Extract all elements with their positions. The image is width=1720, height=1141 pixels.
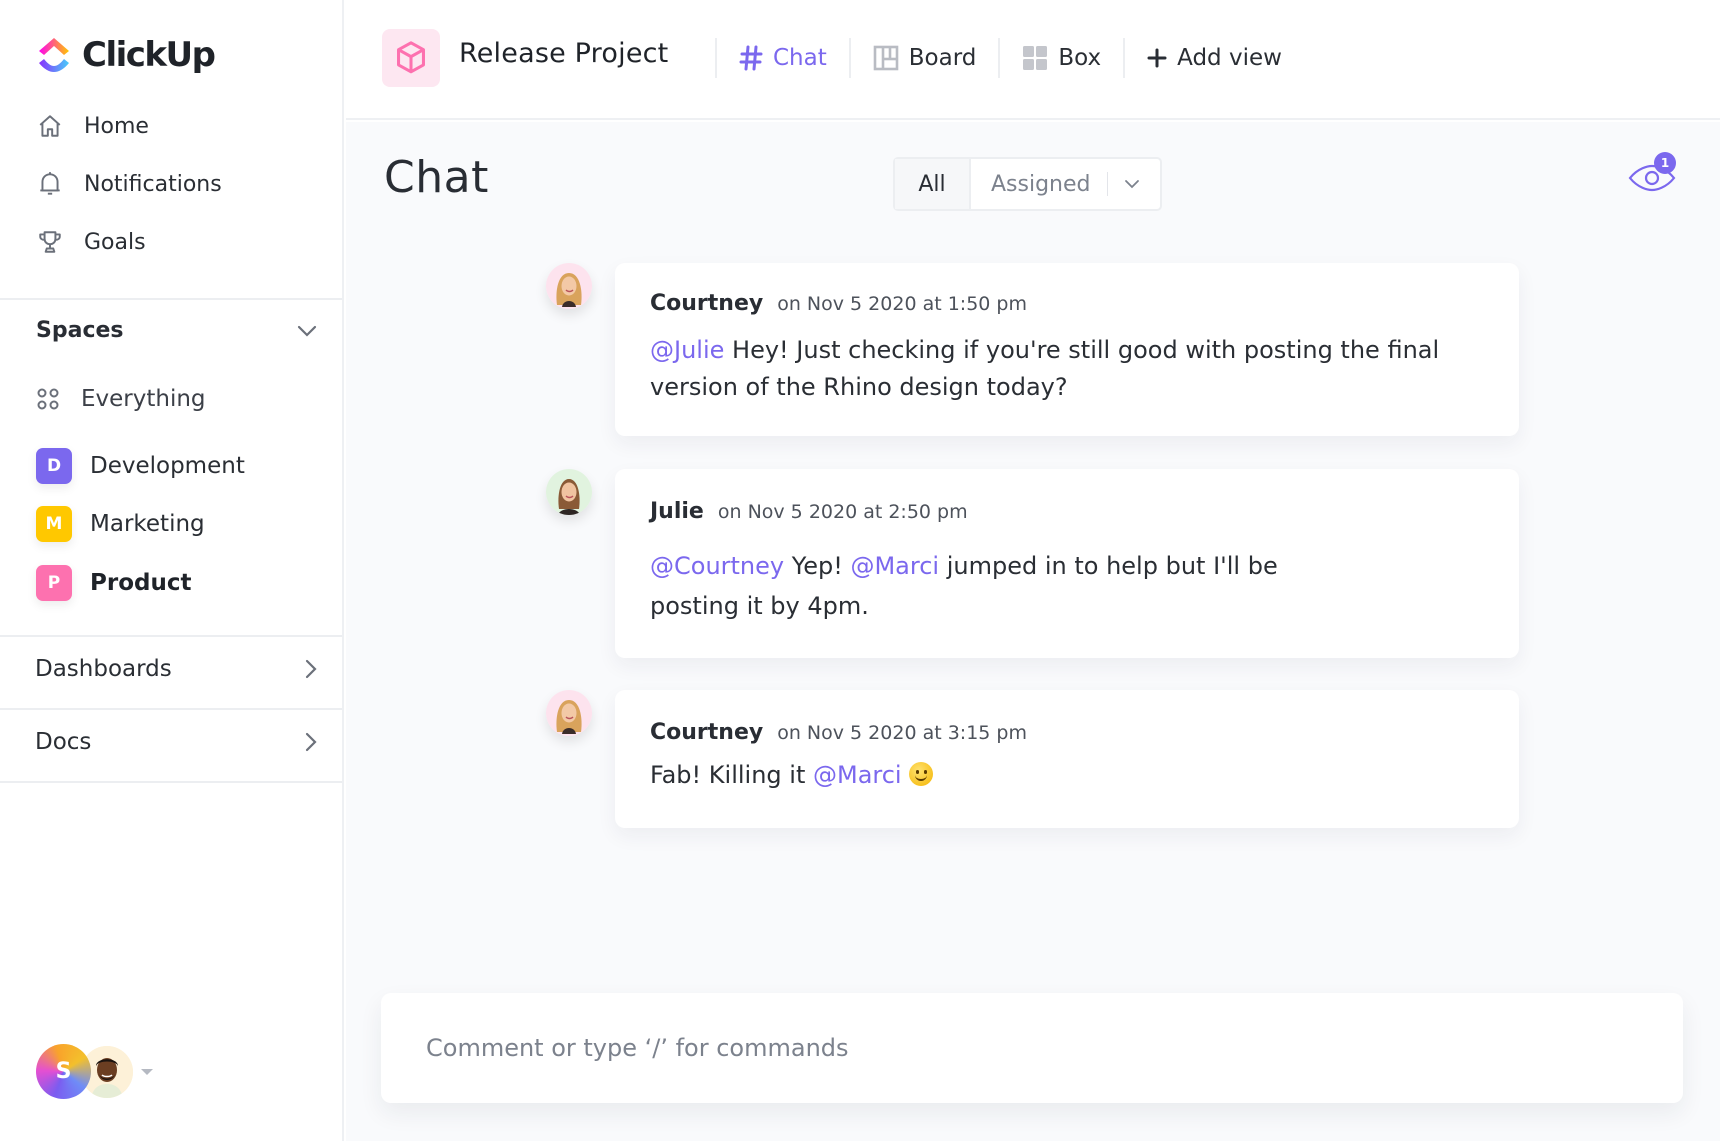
space-label: Development bbox=[90, 453, 245, 479]
message-body: @Courtney Yep! @Marci jumped in to help … bbox=[650, 546, 1350, 626]
message-text bbox=[902, 761, 910, 789]
cube-icon bbox=[397, 41, 425, 74]
message-card: Courtney on Nov 5 2020 at 3:15 pm Fab! K… bbox=[615, 690, 1519, 828]
sidebar-divider bbox=[0, 635, 342, 637]
sidebar-item-everything[interactable]: Everything bbox=[36, 386, 206, 412]
project-icon bbox=[382, 29, 440, 87]
add-view-button[interactable]: Add view bbox=[1125, 38, 1304, 78]
sidebar-item-notifications[interactable]: Notifications bbox=[36, 170, 222, 198]
filter-separator bbox=[1106, 172, 1108, 196]
chevron-right-icon bbox=[305, 659, 317, 679]
message-text: Yep! bbox=[784, 552, 851, 580]
filter-assigned-label: Assigned bbox=[991, 171, 1091, 197]
everything-label: Everything bbox=[81, 386, 206, 412]
author-avatar[interactable] bbox=[546, 690, 592, 736]
watchers-count-badge: 1 bbox=[1654, 152, 1676, 174]
message-author[interactable]: Courtney bbox=[650, 291, 763, 316]
sidebar-item-label: Goals bbox=[84, 229, 146, 255]
author-avatar[interactable] bbox=[546, 263, 592, 309]
filter-all-button[interactable]: All bbox=[895, 159, 971, 209]
message-filter: All Assigned bbox=[893, 157, 1162, 211]
courtney-photo-icon bbox=[546, 690, 592, 736]
comment-input[interactable] bbox=[426, 1034, 1683, 1062]
section-label: Dashboards bbox=[35, 656, 172, 682]
mention-link[interactable]: @Marci bbox=[813, 761, 902, 789]
message-card: Courtney on Nov 5 2020 at 1:50 pm @Julie… bbox=[615, 263, 1519, 436]
sidebar-item-goals[interactable]: Goals bbox=[36, 228, 146, 256]
filter-assigned-dropdown[interactable]: Assigned bbox=[971, 159, 1160, 209]
spaces-title: Spaces bbox=[36, 318, 124, 343]
tab-label: Add view bbox=[1177, 45, 1282, 71]
message-timestamp: on Nov 5 2020 at 3:15 pm bbox=[777, 722, 1027, 744]
message-text: Fab! Killing it bbox=[650, 761, 813, 789]
tab-chat[interactable]: Chat bbox=[717, 38, 849, 78]
sidebar-item-home[interactable]: Home bbox=[36, 112, 149, 140]
smiley-emoji-icon bbox=[909, 762, 934, 786]
workspace-avatar[interactable]: S bbox=[36, 1044, 91, 1099]
message-author[interactable]: Courtney bbox=[650, 720, 763, 745]
space-label: Marketing bbox=[90, 511, 205, 537]
message-author[interactable]: Julie bbox=[650, 499, 704, 524]
sidebar: ClickUp Home Notifications Goals Spaces bbox=[0, 0, 344, 1141]
mention-link[interactable]: @Julie bbox=[650, 336, 724, 364]
space-badge: M bbox=[36, 506, 72, 542]
sidebar-item-label: Home bbox=[84, 113, 149, 139]
page-title: Chat bbox=[384, 152, 489, 203]
bell-icon bbox=[36, 170, 64, 198]
sidebar-divider bbox=[0, 781, 342, 783]
chevron-down-icon[interactable] bbox=[296, 324, 318, 338]
section-label: Docs bbox=[35, 729, 92, 755]
chat-view: Chat All Assigned 1 Courtney on Nov 5 20… bbox=[346, 122, 1720, 1141]
trophy-icon bbox=[36, 228, 64, 256]
message-timestamp: on Nov 5 2020 at 1:50 pm bbox=[777, 293, 1027, 315]
sidebar-divider bbox=[0, 708, 342, 710]
sidebar-divider bbox=[0, 298, 342, 300]
clickup-logo-icon bbox=[39, 38, 69, 72]
message-text: Hey! Just checking if you're still good … bbox=[650, 336, 1440, 401]
author-avatar[interactable] bbox=[546, 469, 592, 515]
watchers-button[interactable]: 1 bbox=[1628, 152, 1680, 198]
clickup-logo[interactable]: ClickUp bbox=[36, 34, 216, 76]
chevron-down-icon bbox=[1124, 180, 1139, 189]
message-timestamp: on Nov 5 2020 at 2:50 pm bbox=[717, 501, 968, 523]
sidebar-item-docs[interactable]: Docs bbox=[35, 729, 318, 755]
message-body: Fab! Killing it @Marci bbox=[650, 757, 1484, 794]
view-tabs: Chat Board Box Add view bbox=[715, 38, 1304, 78]
sidebar-space-development[interactable]: D Development bbox=[36, 448, 245, 484]
sidebar-space-marketing[interactable]: M Marketing bbox=[36, 506, 205, 542]
tab-box[interactable]: Box bbox=[1000, 38, 1123, 78]
space-label: Product bbox=[90, 570, 192, 596]
sidebar-item-dashboards[interactable]: Dashboards bbox=[35, 656, 318, 682]
top-bar: Release Project Chat Board Box Add view bbox=[346, 0, 1720, 120]
julie-photo-icon bbox=[546, 469, 592, 515]
hash-icon bbox=[739, 45, 763, 71]
mention-link[interactable]: @Courtney bbox=[650, 552, 784, 580]
space-badge: D bbox=[36, 448, 72, 484]
tab-label: Chat bbox=[773, 45, 827, 71]
home-icon bbox=[36, 112, 64, 140]
logo-text: ClickUp bbox=[82, 35, 216, 75]
tab-label: Box bbox=[1058, 45, 1102, 71]
tab-board[interactable]: Board bbox=[851, 38, 999, 78]
plus-icon bbox=[1147, 48, 1167, 68]
caret-down-icon[interactable] bbox=[141, 1068, 153, 1075]
app-window: ClickUp Home Notifications Goals Spaces bbox=[0, 0, 1720, 1141]
everything-grid-icon bbox=[37, 388, 59, 410]
courtney-photo-icon bbox=[546, 263, 592, 309]
mention-link[interactable]: @Marci bbox=[850, 552, 939, 580]
spaces-header[interactable]: Spaces bbox=[36, 318, 318, 343]
user-menu[interactable]: S bbox=[36, 1044, 153, 1099]
tab-label: Board bbox=[908, 45, 977, 71]
box-grid-icon bbox=[1023, 46, 1048, 70]
chevron-right-icon bbox=[305, 732, 317, 752]
message-card: Julie on Nov 5 2020 at 2:50 pm @Courtney… bbox=[615, 469, 1519, 658]
board-icon bbox=[873, 45, 899, 71]
sidebar-item-label: Notifications bbox=[84, 171, 222, 197]
comment-composer bbox=[381, 993, 1683, 1103]
message-body: @Julie Hey! Just checking if you're stil… bbox=[650, 332, 1484, 406]
project-title: Release Project bbox=[459, 38, 669, 69]
space-badge: P bbox=[36, 565, 72, 601]
sidebar-space-product[interactable]: P Product bbox=[36, 565, 191, 601]
